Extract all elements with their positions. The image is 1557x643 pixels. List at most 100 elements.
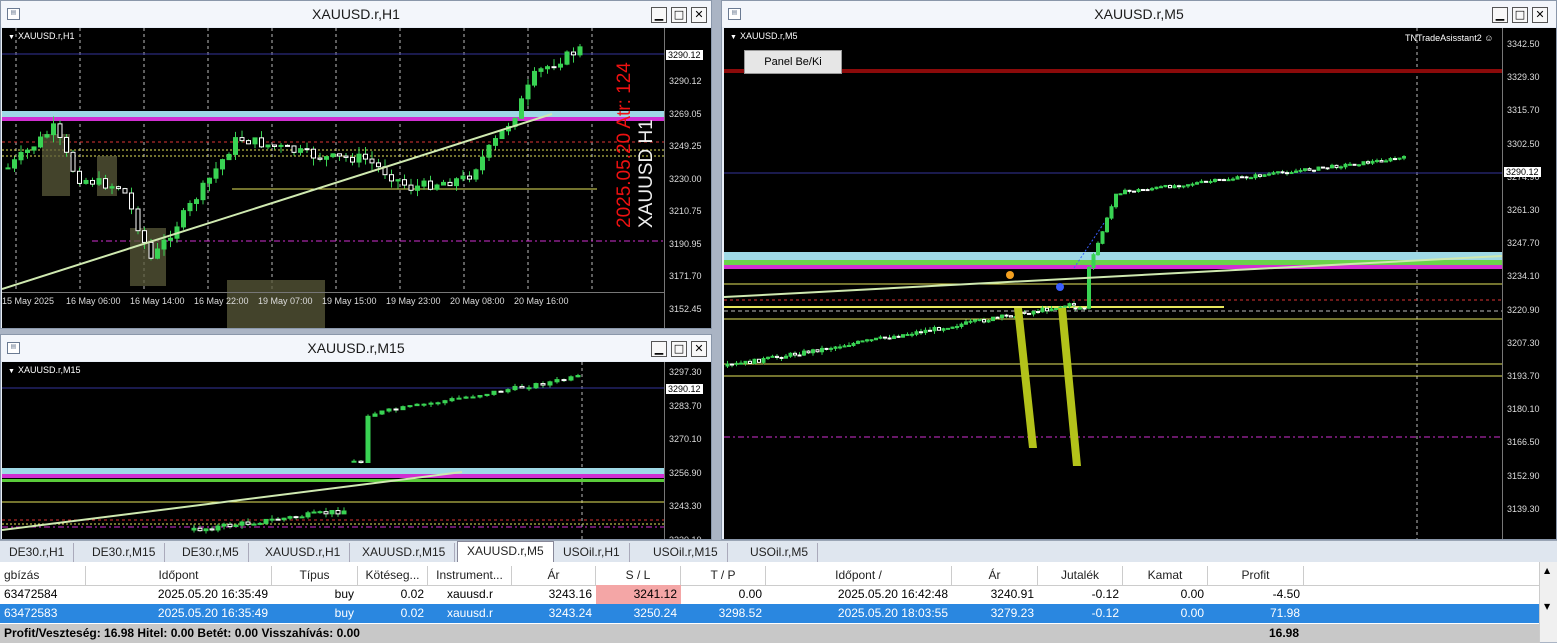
- candle: [428, 402, 434, 405]
- candle: [1375, 160, 1379, 163]
- tab-xauusd-r-m15[interactable]: XAUUSD.r,M15: [353, 543, 456, 562]
- candle: [1004, 314, 1009, 317]
- price-chart[interactable]: ▼ XAUUSD.r,M15 3297.30 3283.70 3270.10 3256.…: [2, 362, 711, 539]
- table-cell: 63472583: [4, 606, 58, 620]
- candle: [421, 403, 427, 406]
- tab-usoil-r-m15[interactable]: USOil.r,M15: [644, 543, 728, 562]
- candle: [1082, 307, 1087, 310]
- column-header[interactable]: Időpont: [86, 566, 272, 585]
- table-cell: 3241.12: [596, 585, 681, 604]
- zone-band: [2, 111, 664, 117]
- price-level-label: 3297.30: [669, 367, 702, 377]
- title-bar[interactable]: ▤ XAUUSD.r,M5 ▁ □ ✕: [722, 1, 1556, 27]
- chart-window-h1[interactable]: ▤ XAUUSD.r,H1 ▁ □ ✕ ▼ XAUUSD.r,H1 2025.05…: [0, 0, 712, 329]
- candle: [287, 516, 293, 519]
- column-header[interactable]: Kamat: [1123, 566, 1208, 585]
- tab-xauusd-r-h1[interactable]: XAUUSD.r,H1: [256, 543, 351, 562]
- column-header[interactable]: gbízás: [0, 566, 86, 585]
- maximize-icon[interactable]: □: [1512, 7, 1528, 23]
- candle: [532, 70, 537, 86]
- minimize-icon[interactable]: ▁: [1492, 7, 1508, 23]
- tab-de30-r-m5[interactable]: DE30.r,M5: [173, 543, 249, 562]
- scroll-down-icon[interactable]: ▼: [1544, 602, 1550, 611]
- column-header[interactable]: S / L: [596, 566, 681, 585]
- column-header[interactable]: Instrument...: [428, 566, 512, 585]
- scroll-up-icon[interactable]: ▲: [1544, 566, 1550, 575]
- candle: [538, 68, 544, 72]
- candle: [389, 174, 394, 182]
- column-header[interactable]: Típus: [272, 566, 358, 585]
- chart-window-m15[interactable]: ▤ XAUUSD.r,M15 ▁ □ ✕ ▼ XAUUSD.r,M15 3297.…: [0, 334, 712, 540]
- candle: [734, 362, 739, 365]
- table-cell: xauusd.r: [446, 587, 494, 601]
- tab-xauusd-r-m5[interactable]: XAUUSD.r,M5: [457, 541, 554, 563]
- tab-de30-r-m15[interactable]: DE30.r,M15: [83, 543, 166, 562]
- maximize-icon[interactable]: □: [671, 7, 687, 23]
- column-header[interactable]: Profit: [1208, 566, 1304, 585]
- maximize-icon[interactable]: □: [671, 341, 687, 357]
- candle: [245, 521, 251, 525]
- column-header[interactable]: Időpont /: [766, 566, 952, 585]
- tab-usoil-r-h1[interactable]: USOil.r,H1: [554, 543, 630, 562]
- price-level-label: 3256.90: [669, 467, 702, 478]
- column-header[interactable]: Ár: [512, 566, 596, 585]
- column-header[interactable]: Kötéseg...: [358, 566, 428, 585]
- price-scale[interactable]: 3290.12 3269.05 3249.25 3230.00 3210.75 3190.…: [664, 28, 711, 328]
- candle: [103, 178, 108, 189]
- candle: [263, 518, 269, 524]
- candle: [1190, 183, 1195, 186]
- candle: [31, 146, 37, 151]
- candle: [200, 182, 206, 201]
- price-scale[interactable]: 3342.503329.303315.703302.503274.903261.…: [1502, 28, 1556, 539]
- candle: [923, 329, 928, 334]
- candle: [1339, 166, 1343, 169]
- time-scale[interactable]: 15 May 2025 16 May 06:00 16 May 14:00 16 Ma…: [2, 292, 664, 311]
- candle: [1040, 307, 1045, 313]
- candle: [1298, 169, 1303, 172]
- tab-usoil-r-m5[interactable]: USOil.r,M5: [741, 543, 819, 562]
- close-icon[interactable]: ✕: [1532, 7, 1548, 23]
- time-axis-label: 20 May 16:00: [514, 296, 569, 306]
- close-icon[interactable]: ✕: [691, 341, 707, 357]
- price-level-label: 3190.95: [669, 238, 702, 249]
- table-cell: 2025.05.20 16:35:49: [157, 587, 268, 601]
- candle: [1204, 180, 1208, 183]
- column-header[interactable]: T / P: [681, 566, 766, 585]
- price-level-label: 3302.50: [1507, 138, 1540, 149]
- title-bar[interactable]: ▤ XAUUSD.r,M15 ▁ □ ✕: [1, 335, 711, 361]
- column-header[interactable]: Ár: [952, 566, 1038, 585]
- chart-window-m5[interactable]: ▤ XAUUSD.r,M5 ▁ □ ✕ ▼ XAUUSD.r,M5 TNTrade…: [721, 0, 1557, 540]
- candle: [1294, 170, 1298, 174]
- candle: [887, 337, 892, 340]
- candle: [995, 316, 1000, 319]
- tab-de30-r-h1[interactable]: DE30.r,H1: [0, 543, 75, 562]
- chart-tabs-bar: DE30.r,H1 DE30.r,M15 DE30.r,M5 XAUUSD.r,H1 X…: [0, 540, 1557, 563]
- candle: [142, 230, 147, 243]
- title-bar[interactable]: ▤ XAUUSD.r,H1 ▁ □ ✕: [1, 1, 711, 27]
- panel-toggle-button[interactable]: Panel Be/Ki: [744, 50, 842, 74]
- table-row[interactable]: 63472583 2025.05.20 16:35:49 buy 0.02 xauusd…: [0, 604, 1540, 623]
- close-icon[interactable]: ✕: [691, 7, 707, 23]
- table-row[interactable]: 63472584 2025.05.20 16:35:49 buy 0.02 xauusd…: [0, 585, 1540, 604]
- candle: [1136, 189, 1141, 192]
- minimize-icon[interactable]: ▁: [651, 7, 667, 23]
- candle: [820, 347, 824, 353]
- candle: [499, 130, 505, 140]
- price-chart[interactable]: ▼ XAUUSD.r,H1 2025.05.20 Atr: 124 XAUUSD …: [2, 28, 711, 328]
- table-scrollbar[interactable]: ▲ ▼: [1539, 562, 1557, 642]
- price-chart[interactable]: ▼ XAUUSD.r,M5 TNTradeAsisstant2 ☺ 3342.50…: [724, 28, 1556, 539]
- candle: [372, 413, 378, 417]
- price-level-label: 3243.30: [669, 501, 702, 511]
- column-header[interactable]: Jutalék: [1038, 566, 1123, 585]
- minimize-icon[interactable]: ▁: [651, 341, 667, 357]
- candle: [1388, 158, 1393, 162]
- candle: [252, 137, 258, 145]
- table-cell: -0.12: [1091, 587, 1119, 601]
- candle: [1177, 185, 1181, 188]
- candle: [484, 393, 490, 397]
- candle: [1027, 312, 1031, 315]
- candle: [545, 66, 550, 70]
- table-cell: 3240.91: [990, 587, 1034, 601]
- price-scale[interactable]: 3297.30 3283.70 3270.10 3256.90 3243.30 3230.…: [664, 362, 711, 539]
- candle: [1276, 171, 1280, 174]
